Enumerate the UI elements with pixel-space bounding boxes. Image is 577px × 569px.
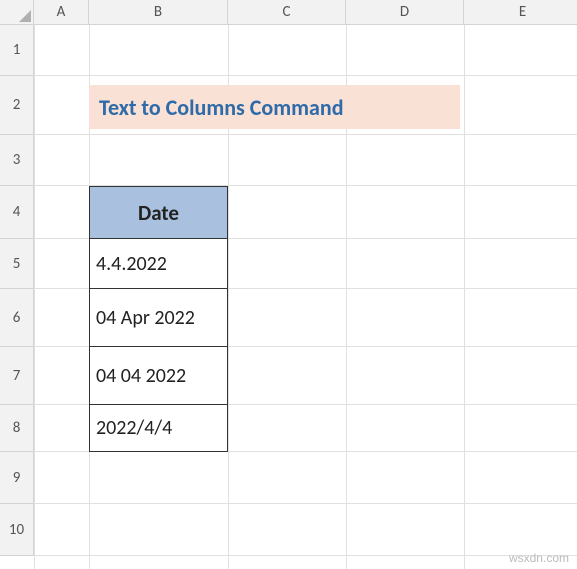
row-header-6[interactable]: 6 <box>0 289 34 347</box>
row-header-8[interactable]: 8 <box>0 405 34 452</box>
watermark: wsxdn.com <box>509 551 569 565</box>
row-header-7[interactable]: 7 <box>0 347 34 405</box>
col-header-E[interactable]: E <box>464 0 577 25</box>
row-header-3[interactable]: 3 <box>0 135 34 186</box>
table-header-date[interactable]: Date <box>89 186 228 239</box>
col-header-A[interactable]: A <box>34 0 89 25</box>
data-cell[interactable]: 04 Apr 2022 <box>89 289 228 347</box>
title-cell[interactable]: Text to Columns Command <box>89 85 460 129</box>
col-header-D[interactable]: D <box>346 0 464 25</box>
row-header-1[interactable]: 1 <box>0 25 34 76</box>
data-cell[interactable]: 04 04 2022 <box>89 347 228 405</box>
row-header-9[interactable]: 9 <box>0 452 34 504</box>
row-header-2[interactable]: 2 <box>0 76 34 135</box>
row-header-5[interactable]: 5 <box>0 239 34 289</box>
select-all-corner[interactable] <box>0 0 34 25</box>
data-cell[interactable]: 4.4.2022 <box>89 239 228 289</box>
grid-body: 1 2 3 4 5 6 7 8 9 10 Text to Columns Com… <box>0 25 577 569</box>
col-header-C[interactable]: C <box>228 0 346 25</box>
row-header-10[interactable]: 10 <box>0 504 34 556</box>
row-header-4[interactable]: 4 <box>0 186 34 239</box>
col-header-B[interactable]: B <box>89 0 228 25</box>
column-headers-row: A B C D E <box>0 0 577 25</box>
data-cell[interactable]: 2022/4/4 <box>89 405 228 452</box>
